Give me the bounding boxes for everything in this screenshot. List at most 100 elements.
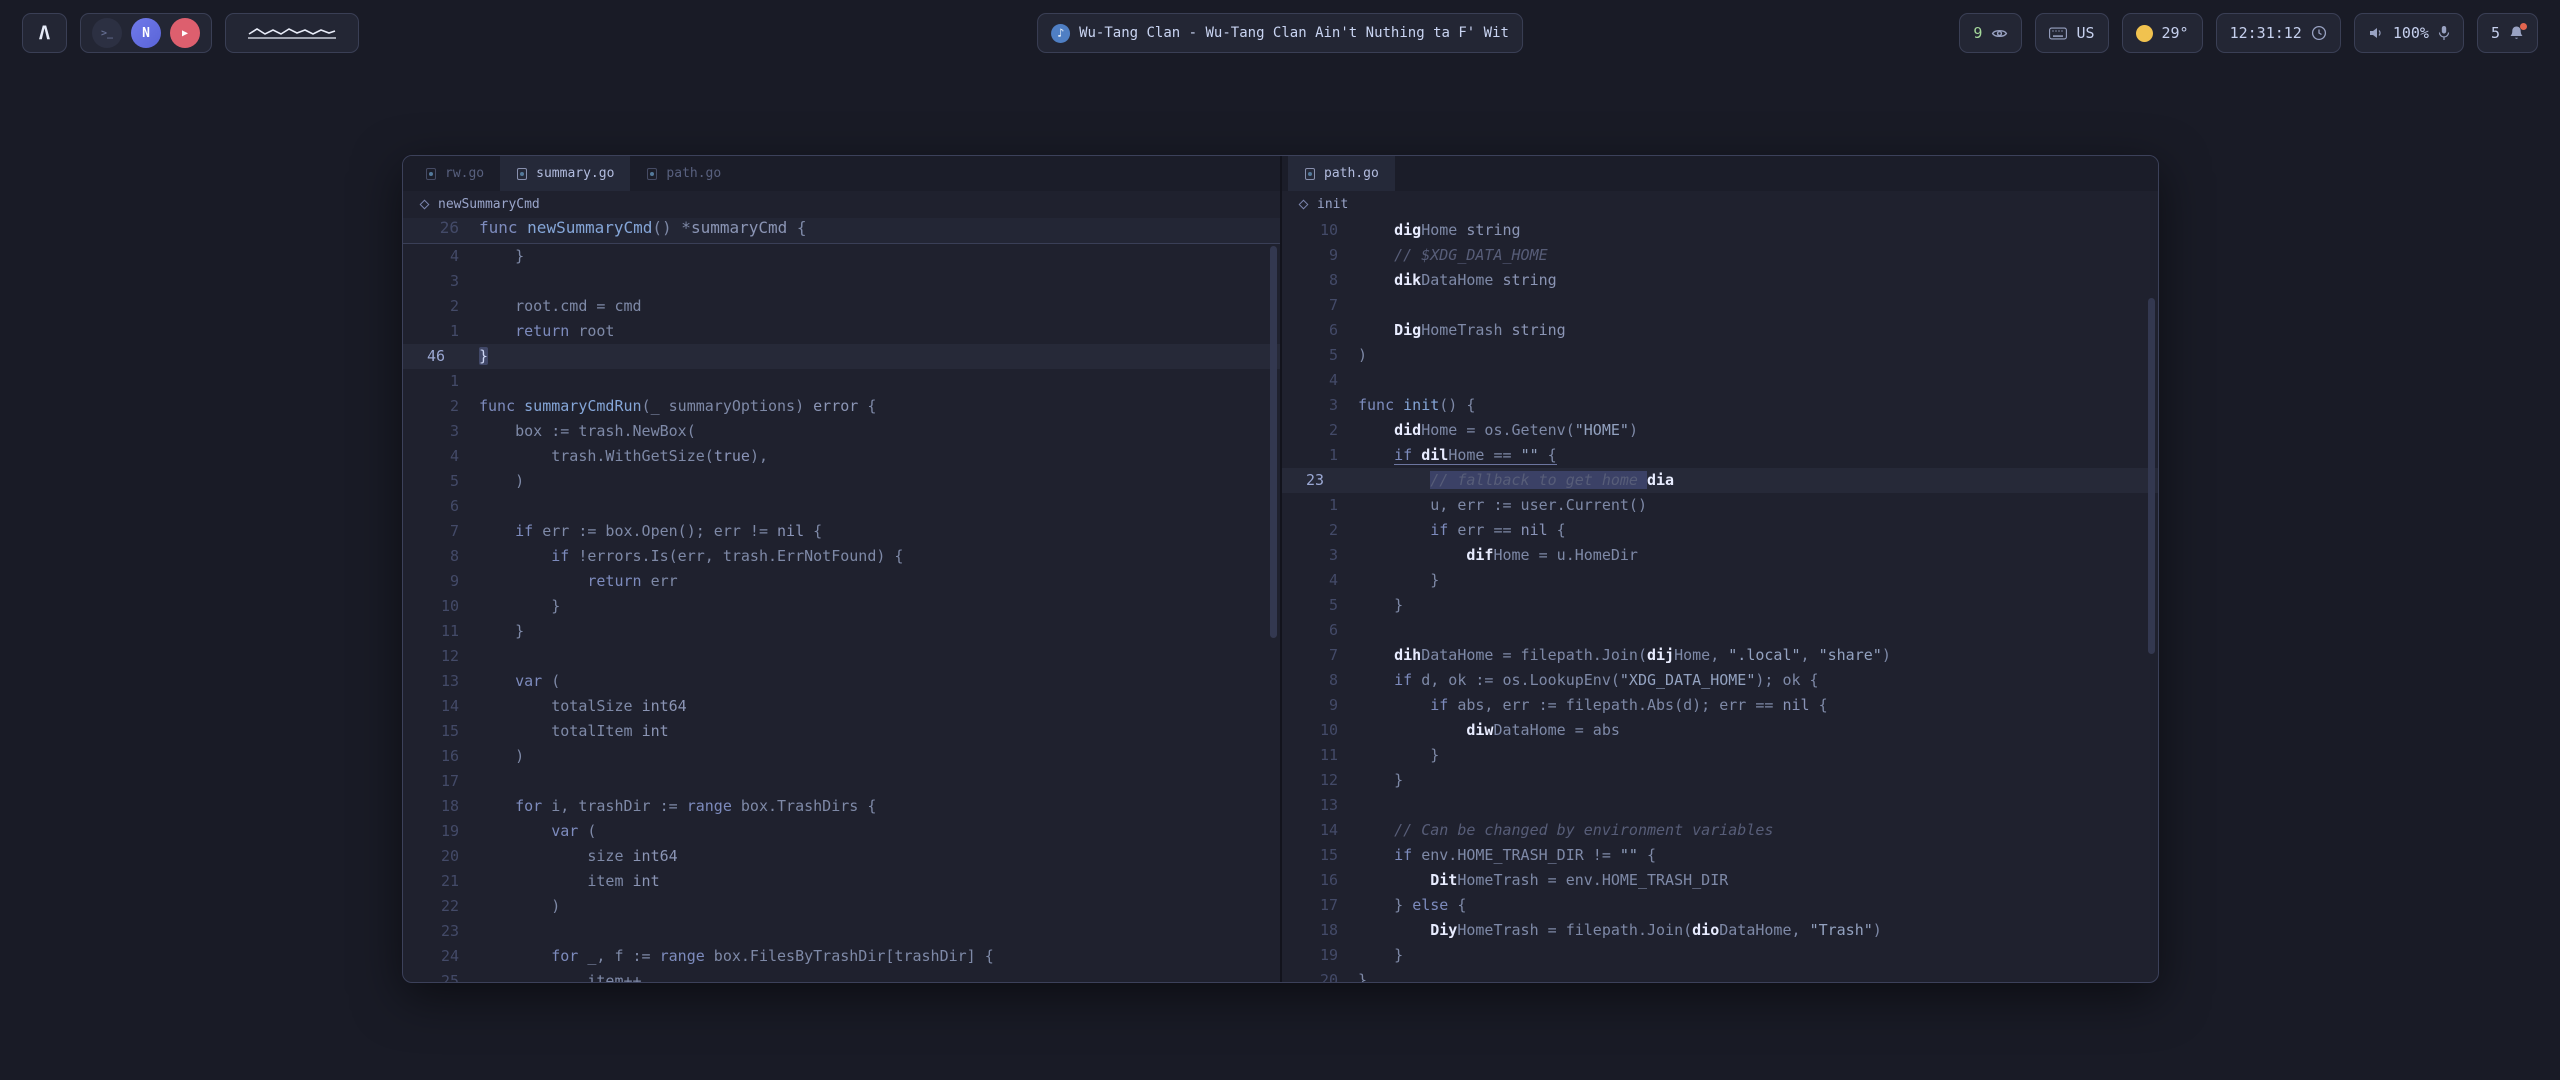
code-line[interactable]: 21 item int [403,869,1280,894]
code-line[interactable]: 5 } [1282,593,2158,618]
code-line[interactable]: 9 if abs, err := filepath.Abs(d); err ==… [1282,693,2158,718]
code-line[interactable]: 17 } else { [1282,893,2158,918]
code-line[interactable]: 6 [403,494,1280,519]
code-line[interactable]: 10 } [403,594,1280,619]
line-number: 25 [403,969,479,982]
code-text: } else { [1358,893,1466,918]
masked-title-scribble [245,25,339,41]
go-file-icon [516,168,528,180]
code-line[interactable]: 25 item++ [403,969,1280,982]
tab-path.go[interactable]: path.go [630,156,737,191]
code-line[interactable]: 11 } [403,619,1280,644]
code-line[interactable]: 3 difHome = u.HomeDir [1282,543,2158,568]
idle-inhibitor[interactable]: 9 [1959,13,2022,53]
code-line[interactable]: 6 DigHomeTrash string [1282,318,2158,343]
code-line[interactable]: 1 if dilHome == "" { [1282,443,2158,468]
code-line[interactable]: 15 if env.HOME_TRASH_DIR != "" { [1282,843,2158,868]
code-line[interactable]: 19 } [1282,943,2158,968]
code-line[interactable]: 2 if err == nil { [1282,518,2158,543]
launcher-button[interactable]: Λ [22,13,67,53]
line-number: 4 [1282,568,1358,593]
code-line[interactable]: 13 [1282,793,2158,818]
code-line[interactable]: 15 totalItem int [403,719,1280,744]
tab-label: rw.go [445,166,484,181]
code-line[interactable]: 8 if !errors.Is(err, trash.ErrNotFound) … [403,544,1280,569]
code-line[interactable]: 4 trash.WithGetSize(true), [403,444,1280,469]
code-line[interactable]: 10 digHome string [1282,218,2158,243]
line-number: 1 [1282,493,1358,518]
code-line[interactable]: 24 for _, f := range box.FilesByTrashDir… [403,944,1280,969]
tab-path.go[interactable]: path.go [1288,156,1395,191]
weather-value: 29° [2162,24,2189,42]
code-line[interactable]: 7 [1282,293,2158,318]
code-line[interactable]: 4 [1282,368,2158,393]
weather[interactable]: 29° [2122,13,2203,53]
code-line[interactable]: 11 } [1282,743,2158,768]
tab-rw.go[interactable]: rw.go [409,156,500,191]
code-text: var ( [479,819,596,844]
code-line[interactable]: 6 [1282,618,2158,643]
line-number: 20 [1282,968,1358,982]
code-text: ) [1358,343,1367,368]
code-line[interactable]: 12 [403,644,1280,669]
right-scrollbar[interactable] [2148,298,2155,654]
code-line[interactable]: 9 // $XDG_DATA_HOME [1282,243,2158,268]
code-text: } [1358,743,1439,768]
keyboard-layout[interactable]: US [2035,13,2108,53]
code-text: digHome string [1358,218,1521,243]
code-line[interactable]: 23 // fallback to get home dia [1282,468,2158,493]
workspace-media[interactable]: ▶ [170,18,200,48]
workspace-terminal[interactable]: >_ [92,18,122,48]
clock[interactable]: 12:31:12 [2216,13,2341,53]
code-line[interactable]: 9 return err [403,569,1280,594]
code-line[interactable]: 7 if err := box.Open(); err != nil { [403,519,1280,544]
code-line[interactable]: 8 dikDataHome string [1282,268,2158,293]
volume-value: 100% [2393,24,2429,42]
code-line[interactable]: 2 root.cmd = cmd [403,294,1280,319]
code-line[interactable]: 19 var ( [403,819,1280,844]
code-line[interactable]: 14 // Can be changed by environment vari… [1282,818,2158,843]
code-line[interactable]: 1 u, err := user.Current() [1282,493,2158,518]
workspace-neovim[interactable]: N [131,18,161,48]
code-line[interactable]: 10 diwDataHome = abs [1282,718,2158,743]
code-line[interactable]: 17 [403,769,1280,794]
code-line[interactable]: 23 [403,919,1280,944]
code-line[interactable]: 2func summaryCmdRun(_ summaryOptions) er… [403,394,1280,419]
tab-summary.go[interactable]: summary.go [500,156,630,191]
code-line[interactable]: 8 if d, ok := os.LookupEnv("XDG_DATA_HOM… [1282,668,2158,693]
code-line[interactable]: 22 ) [403,894,1280,919]
code-line[interactable]: 4 } [403,244,1280,269]
line-number: 9 [1282,243,1358,268]
code-line[interactable]: 5) [1282,343,2158,368]
code-line[interactable]: 18 for i, trashDir := range box.TrashDir… [403,794,1280,819]
notifications[interactable]: 5 [2477,13,2538,53]
neovim-icon: N [142,26,150,41]
code-text: size int64 [479,844,678,869]
code-line[interactable]: 1 [403,369,1280,394]
code-line[interactable]: 20} [1282,968,2158,982]
code-text: if err == nil { [1358,518,1566,543]
left-scrollbar[interactable] [1270,246,1277,638]
code-line[interactable]: 7 dihDataHome = filepath.Join(dijHome, "… [1282,643,2158,668]
code-line[interactable]: 3func init() { [1282,393,2158,418]
line-number: 3 [1282,543,1358,568]
code-line[interactable]: 20 size int64 [403,844,1280,869]
code-line[interactable]: 46} [403,344,1280,369]
code-line[interactable]: 3 [403,269,1280,294]
media-player[interactable]: ♪ Wu-Tang Clan - Wu-Tang Clan Ain't Nuth… [1037,13,1523,53]
code-line[interactable]: 16 ) [403,744,1280,769]
code-line[interactable]: 16 DitHomeTrash = env.HOME_TRASH_DIR [1282,868,2158,893]
code-line[interactable]: 14 totalSize int64 [403,694,1280,719]
code-line[interactable]: 4 } [1282,568,2158,593]
code-line[interactable]: 2 didHome = os.Getenv("HOME") [1282,418,2158,443]
code-line[interactable]: 1 return root [403,319,1280,344]
code-line[interactable]: 26func newSummaryCmd() *summaryCmd { [403,218,1280,243]
code-line[interactable]: 13 var ( [403,669,1280,694]
code-line[interactable]: 3 box := trash.NewBox( [403,419,1280,444]
volume[interactable]: 100% [2354,13,2464,53]
code-line[interactable]: 12 } [1282,768,2158,793]
code-text: item++ [479,969,642,982]
code-line[interactable]: 5 ) [403,469,1280,494]
line-number: 5 [1282,593,1358,618]
code-line[interactable]: 18 DiyHomeTrash = filepath.Join(dioDataH… [1282,918,2158,943]
